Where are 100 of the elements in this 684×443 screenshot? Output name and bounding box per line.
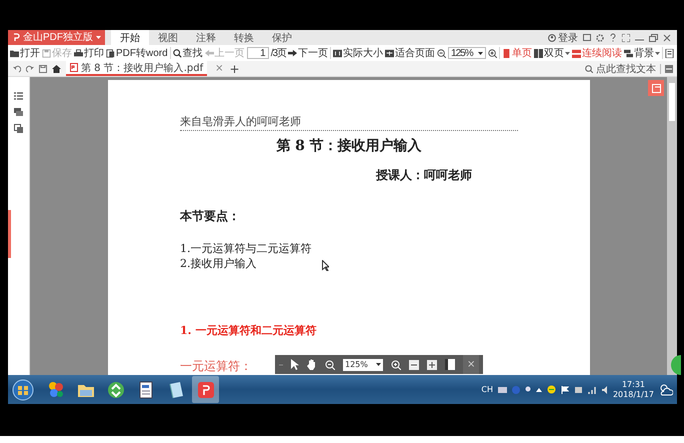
actual-size-icon <box>333 48 342 58</box>
ribbon-tab[interactable]: 保护 <box>263 30 301 45</box>
hand-icon[interactable] <box>307 359 317 370</box>
caret-icon <box>655 52 660 54</box>
signal-icon[interactable] <box>588 386 597 394</box>
document-tab[interactable]: 第 8 节：接收用户输入.pdf <box>66 61 208 76</box>
right-arrow-icon <box>288 48 298 58</box>
background-icon <box>624 48 634 58</box>
refresh-icon <box>106 380 124 398</box>
toolbar-button[interactable]: 连续阅读 <box>572 46 622 60</box>
flag-icon[interactable] <box>560 386 569 394</box>
page-count: /3页 <box>270 47 286 60</box>
undo-icon[interactable] <box>13 64 21 72</box>
save-icon[interactable] <box>39 64 47 72</box>
clock-time: 17:31 <box>622 380 646 390</box>
weather-icon[interactable] <box>659 383 673 396</box>
clock[interactable]: 17:31 2018/1/17 <box>612 380 654 400</box>
close-icon[interactable] <box>663 34 671 42</box>
home-icon[interactable] <box>52 64 61 72</box>
section-heading: 本节要点： <box>180 208 241 225</box>
folder-icon <box>10 48 19 58</box>
double-page-icon <box>534 48 544 58</box>
window-icon <box>652 84 660 92</box>
caret-icon <box>376 363 381 366</box>
mouse-pointer-icon <box>322 260 329 271</box>
fit-page-icon <box>385 48 394 58</box>
ribbon-tab[interactable]: 视图 <box>149 30 187 45</box>
outline-icon[interactable] <box>14 92 23 100</box>
document-icon <box>106 48 115 58</box>
left-arrow-icon <box>204 48 214 58</box>
taskbar-app[interactable] <box>192 376 219 403</box>
find-text-placeholder: 点此查找文本 <box>596 62 656 76</box>
toolbar-button[interactable]: PDF转word <box>106 46 168 60</box>
page-header: 来自皂滑弄人的呵呵老师 <box>180 114 518 131</box>
printer-icon <box>74 48 83 58</box>
floppy-icon <box>42 48 51 58</box>
fit-page-icon[interactable] <box>427 360 437 370</box>
search-icon <box>172 48 182 58</box>
numbered-heading: 1. 一元运算符和二元运算符 <box>180 323 316 338</box>
gear-icon[interactable] <box>596 34 604 42</box>
caret-icon <box>565 52 570 54</box>
toolbar-button[interactable]: 实际大小 <box>333 46 384 60</box>
search-icon <box>585 64 593 72</box>
thumbnail-icon[interactable] <box>14 124 23 133</box>
status-icon[interactable] <box>546 385 556 394</box>
fit-width-icon[interactable] <box>409 360 419 370</box>
single-page-icon[interactable] <box>445 359 455 370</box>
app-menu-button[interactable]: 金山PDF独立版 <box>8 30 105 45</box>
page-text-icon[interactable] <box>665 48 674 58</box>
close-toolbar-button[interactable]: × <box>463 355 480 374</box>
page-number-field[interactable]: 1 <box>246 47 269 59</box>
browser-icon <box>46 380 64 398</box>
zoom-dropdown[interactable]: 125% <box>343 358 383 370</box>
fullscreen-icon[interactable] <box>622 34 630 42</box>
user-icon <box>548 34 556 42</box>
caret-icon <box>96 36 101 39</box>
ribbon-tab[interactable]: 注释 <box>187 30 225 45</box>
single-page-icon <box>502 48 512 58</box>
bookmark-marker <box>8 210 11 258</box>
panel-icon[interactable] <box>665 64 673 72</box>
login-button[interactable]: 登录 <box>548 30 578 44</box>
zoom-out-icon[interactable] <box>437 48 446 58</box>
clock-date: 2018/1/17 <box>612 390 654 400</box>
toolbar-button[interactable]: 下一页 <box>288 46 328 60</box>
toolbar-button[interactable]: 背景 <box>624 46 660 60</box>
toolbar-button[interactable]: 打印 <box>74 46 104 60</box>
toolbar-button[interactable]: 双页 <box>534 46 570 60</box>
find-text-field[interactable]: 点此查找文本 <box>585 62 656 76</box>
toolbar-button[interactable]: 单页 <box>502 46 532 60</box>
ribbon-tab[interactable]: 转换 <box>225 30 263 45</box>
toolbar-button[interactable]: 打开 <box>10 46 40 60</box>
new-tab-button[interactable]: + <box>224 61 246 76</box>
zoom-in-icon[interactable] <box>488 48 498 58</box>
notepad-icon <box>166 380 184 398</box>
pdf-icon <box>196 380 214 398</box>
scrollbar[interactable] <box>667 77 677 375</box>
start-orb-icon[interactable] <box>12 378 34 400</box>
caret-icon <box>478 52 484 54</box>
lecturer-line: 授课人：呵呵老师 <box>376 167 473 184</box>
redo-icon[interactable] <box>26 64 34 72</box>
tab-title: 第 8 节：接收用户输入.pdf <box>81 62 204 74</box>
volume-icon[interactable] <box>602 386 608 394</box>
input-language[interactable]: CH <box>481 385 493 394</box>
key-point: 1.一元运算符与二元运算符 <box>180 241 312 256</box>
comment-icon[interactable] <box>14 108 23 116</box>
pdf-logo-icon <box>12 33 20 42</box>
subheading: 一元运算符： <box>180 358 252 375</box>
toolbar-button[interactable]: 查找 <box>172 46 203 60</box>
pdf-file-icon <box>70 63 78 72</box>
zoom-dropdown[interactable]: 125% <box>448 47 486 59</box>
restore-icon[interactable] <box>649 34 658 42</box>
ribbon-tab[interactable]: 开始 <box>111 30 149 45</box>
key-point: 2.接收用户输入 <box>180 256 256 271</box>
document-title: 第 8 节：接收用户输入 <box>275 137 423 155</box>
tray-caret-icon[interactable] <box>536 388 542 392</box>
arrow-cursor-icon[interactable] <box>291 359 299 370</box>
toolbar-button[interactable]: 适合页面 <box>385 46 436 60</box>
continuous-page-icon <box>572 48 582 58</box>
sidebar-toggle-button[interactable] <box>648 80 664 96</box>
document-icon <box>136 380 154 398</box>
